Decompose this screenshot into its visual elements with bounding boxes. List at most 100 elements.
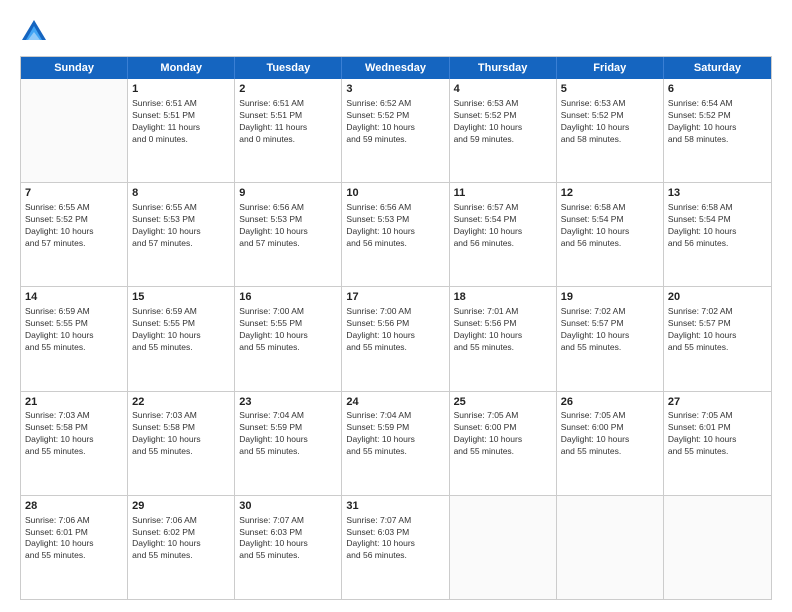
day-number: 4 — [454, 82, 552, 97]
day-of-week-friday: Friday — [557, 57, 664, 79]
cell-info: Sunrise: 6:54 AM Sunset: 5:52 PM Dayligh… — [668, 98, 767, 146]
calendar-row-0: 1Sunrise: 6:51 AM Sunset: 5:51 PM Daylig… — [21, 79, 771, 182]
calendar-cell: 18Sunrise: 7:01 AM Sunset: 5:56 PM Dayli… — [450, 287, 557, 390]
calendar-cell: 27Sunrise: 7:05 AM Sunset: 6:01 PM Dayli… — [664, 392, 771, 495]
calendar-cell: 5Sunrise: 6:53 AM Sunset: 5:52 PM Daylig… — [557, 79, 664, 182]
calendar-cell: 3Sunrise: 6:52 AM Sunset: 5:52 PM Daylig… — [342, 79, 449, 182]
day-number: 20 — [668, 290, 767, 305]
day-number: 22 — [132, 395, 230, 410]
day-of-week-sunday: Sunday — [21, 57, 128, 79]
cell-info: Sunrise: 6:59 AM Sunset: 5:55 PM Dayligh… — [132, 306, 230, 354]
calendar: SundayMondayTuesdayWednesdayThursdayFrid… — [20, 56, 772, 600]
day-number: 7 — [25, 186, 123, 201]
cell-info: Sunrise: 7:07 AM Sunset: 6:03 PM Dayligh… — [346, 515, 444, 563]
day-number: 29 — [132, 499, 230, 514]
cell-info: Sunrise: 7:05 AM Sunset: 6:01 PM Dayligh… — [668, 410, 767, 458]
calendar-cell — [664, 496, 771, 599]
day-number: 5 — [561, 82, 659, 97]
cell-info: Sunrise: 6:53 AM Sunset: 5:52 PM Dayligh… — [454, 98, 552, 146]
cell-info: Sunrise: 7:01 AM Sunset: 5:56 PM Dayligh… — [454, 306, 552, 354]
calendar-cell: 31Sunrise: 7:07 AM Sunset: 6:03 PM Dayli… — [342, 496, 449, 599]
cell-info: Sunrise: 6:52 AM Sunset: 5:52 PM Dayligh… — [346, 98, 444, 146]
cell-info: Sunrise: 7:00 AM Sunset: 5:56 PM Dayligh… — [346, 306, 444, 354]
calendar-cell: 1Sunrise: 6:51 AM Sunset: 5:51 PM Daylig… — [128, 79, 235, 182]
calendar-cell: 6Sunrise: 6:54 AM Sunset: 5:52 PM Daylig… — [664, 79, 771, 182]
calendar-cell: 29Sunrise: 7:06 AM Sunset: 6:02 PM Dayli… — [128, 496, 235, 599]
calendar-cell: 11Sunrise: 6:57 AM Sunset: 5:54 PM Dayli… — [450, 183, 557, 286]
day-number: 15 — [132, 290, 230, 305]
cell-info: Sunrise: 7:03 AM Sunset: 5:58 PM Dayligh… — [132, 410, 230, 458]
cell-info: Sunrise: 6:56 AM Sunset: 5:53 PM Dayligh… — [346, 202, 444, 250]
day-of-week-saturday: Saturday — [664, 57, 771, 79]
cell-info: Sunrise: 7:02 AM Sunset: 5:57 PM Dayligh… — [668, 306, 767, 354]
cell-info: Sunrise: 6:55 AM Sunset: 5:53 PM Dayligh… — [132, 202, 230, 250]
day-number: 6 — [668, 82, 767, 97]
day-number: 1 — [132, 82, 230, 97]
cell-info: Sunrise: 6:53 AM Sunset: 5:52 PM Dayligh… — [561, 98, 659, 146]
calendar-cell: 10Sunrise: 6:56 AM Sunset: 5:53 PM Dayli… — [342, 183, 449, 286]
calendar-cell: 20Sunrise: 7:02 AM Sunset: 5:57 PM Dayli… — [664, 287, 771, 390]
calendar-cell: 15Sunrise: 6:59 AM Sunset: 5:55 PM Dayli… — [128, 287, 235, 390]
day-of-week-monday: Monday — [128, 57, 235, 79]
calendar-cell: 16Sunrise: 7:00 AM Sunset: 5:55 PM Dayli… — [235, 287, 342, 390]
cell-info: Sunrise: 6:51 AM Sunset: 5:51 PM Dayligh… — [239, 98, 337, 146]
cell-info: Sunrise: 6:51 AM Sunset: 5:51 PM Dayligh… — [132, 98, 230, 146]
cell-info: Sunrise: 7:04 AM Sunset: 5:59 PM Dayligh… — [346, 410, 444, 458]
calendar-cell: 7Sunrise: 6:55 AM Sunset: 5:52 PM Daylig… — [21, 183, 128, 286]
calendar-header: SundayMondayTuesdayWednesdayThursdayFrid… — [21, 57, 771, 79]
day-number: 26 — [561, 395, 659, 410]
cell-info: Sunrise: 7:03 AM Sunset: 5:58 PM Dayligh… — [25, 410, 123, 458]
calendar-row-1: 7Sunrise: 6:55 AM Sunset: 5:52 PM Daylig… — [21, 182, 771, 286]
day-number: 28 — [25, 499, 123, 514]
cell-info: Sunrise: 7:04 AM Sunset: 5:59 PM Dayligh… — [239, 410, 337, 458]
calendar-cell — [450, 496, 557, 599]
cell-info: Sunrise: 6:59 AM Sunset: 5:55 PM Dayligh… — [25, 306, 123, 354]
cell-info: Sunrise: 6:58 AM Sunset: 5:54 PM Dayligh… — [561, 202, 659, 250]
day-number: 17 — [346, 290, 444, 305]
calendar-cell: 8Sunrise: 6:55 AM Sunset: 5:53 PM Daylig… — [128, 183, 235, 286]
calendar-cell: 25Sunrise: 7:05 AM Sunset: 6:00 PM Dayli… — [450, 392, 557, 495]
calendar-cell: 12Sunrise: 6:58 AM Sunset: 5:54 PM Dayli… — [557, 183, 664, 286]
calendar-cell: 21Sunrise: 7:03 AM Sunset: 5:58 PM Dayli… — [21, 392, 128, 495]
day-number: 31 — [346, 499, 444, 514]
calendar-cell: 22Sunrise: 7:03 AM Sunset: 5:58 PM Dayli… — [128, 392, 235, 495]
header — [20, 18, 772, 46]
logo — [20, 18, 52, 46]
calendar-cell: 14Sunrise: 6:59 AM Sunset: 5:55 PM Dayli… — [21, 287, 128, 390]
calendar-cell: 24Sunrise: 7:04 AM Sunset: 5:59 PM Dayli… — [342, 392, 449, 495]
day-number: 16 — [239, 290, 337, 305]
day-number: 3 — [346, 82, 444, 97]
day-number: 23 — [239, 395, 337, 410]
cell-info: Sunrise: 7:05 AM Sunset: 6:00 PM Dayligh… — [454, 410, 552, 458]
day-number: 13 — [668, 186, 767, 201]
calendar-cell: 4Sunrise: 6:53 AM Sunset: 5:52 PM Daylig… — [450, 79, 557, 182]
day-number: 27 — [668, 395, 767, 410]
page: SundayMondayTuesdayWednesdayThursdayFrid… — [0, 0, 792, 612]
day-of-week-wednesday: Wednesday — [342, 57, 449, 79]
cell-info: Sunrise: 7:07 AM Sunset: 6:03 PM Dayligh… — [239, 515, 337, 563]
calendar-cell: 28Sunrise: 7:06 AM Sunset: 6:01 PM Dayli… — [21, 496, 128, 599]
calendar-cell: 2Sunrise: 6:51 AM Sunset: 5:51 PM Daylig… — [235, 79, 342, 182]
calendar-cell — [557, 496, 664, 599]
day-number: 19 — [561, 290, 659, 305]
calendar-body: 1Sunrise: 6:51 AM Sunset: 5:51 PM Daylig… — [21, 79, 771, 599]
day-number: 21 — [25, 395, 123, 410]
cell-info: Sunrise: 7:06 AM Sunset: 6:01 PM Dayligh… — [25, 515, 123, 563]
calendar-cell: 9Sunrise: 6:56 AM Sunset: 5:53 PM Daylig… — [235, 183, 342, 286]
day-of-week-thursday: Thursday — [450, 57, 557, 79]
cell-info: Sunrise: 6:57 AM Sunset: 5:54 PM Dayligh… — [454, 202, 552, 250]
calendar-row-4: 28Sunrise: 7:06 AM Sunset: 6:01 PM Dayli… — [21, 495, 771, 599]
day-number: 11 — [454, 186, 552, 201]
calendar-row-3: 21Sunrise: 7:03 AM Sunset: 5:58 PM Dayli… — [21, 391, 771, 495]
day-number: 30 — [239, 499, 337, 514]
day-number: 9 — [239, 186, 337, 201]
cell-info: Sunrise: 7:02 AM Sunset: 5:57 PM Dayligh… — [561, 306, 659, 354]
day-number: 8 — [132, 186, 230, 201]
calendar-cell: 17Sunrise: 7:00 AM Sunset: 5:56 PM Dayli… — [342, 287, 449, 390]
cell-info: Sunrise: 6:56 AM Sunset: 5:53 PM Dayligh… — [239, 202, 337, 250]
day-number: 24 — [346, 395, 444, 410]
cell-info: Sunrise: 6:58 AM Sunset: 5:54 PM Dayligh… — [668, 202, 767, 250]
calendar-cell: 13Sunrise: 6:58 AM Sunset: 5:54 PM Dayli… — [664, 183, 771, 286]
logo-icon — [20, 18, 48, 46]
day-number: 12 — [561, 186, 659, 201]
